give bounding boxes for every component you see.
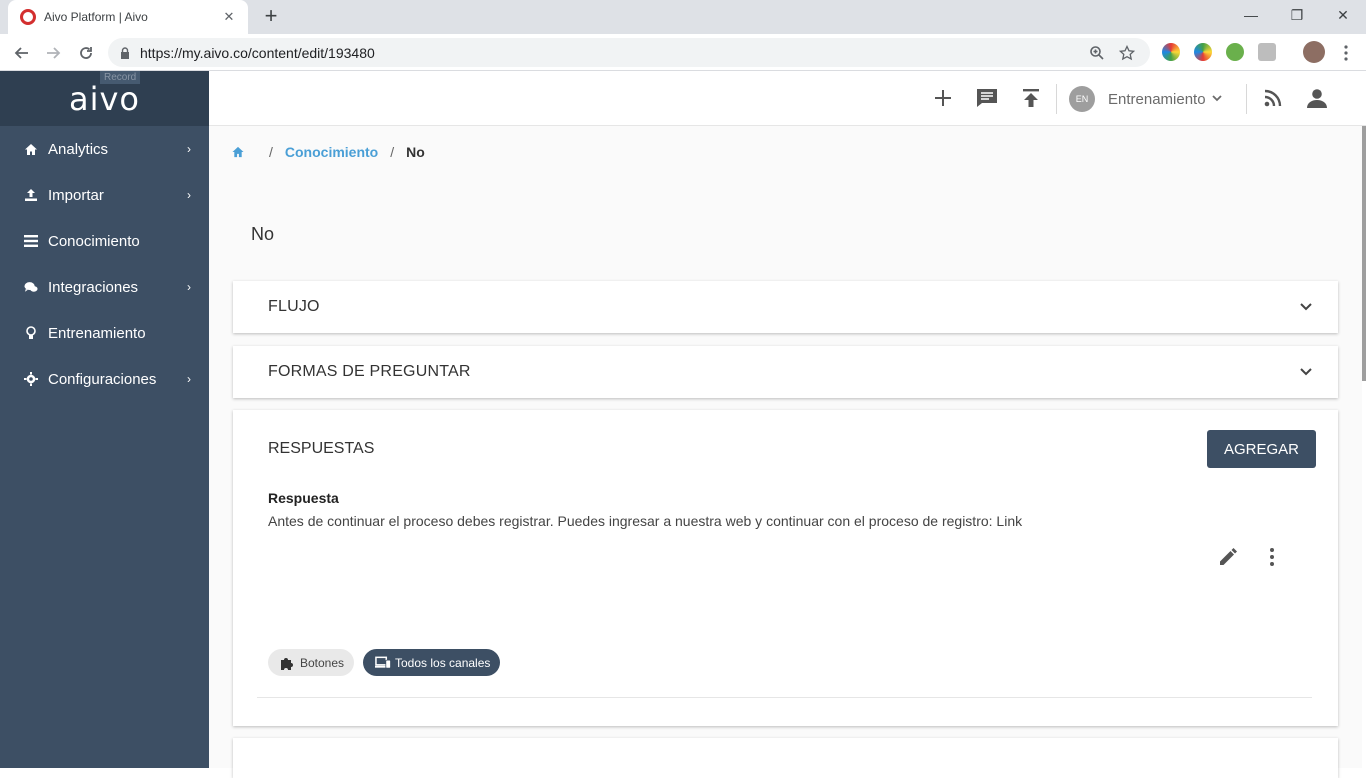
publish-icon[interactable] xyxy=(1018,85,1044,111)
message-icon[interactable] xyxy=(974,85,1000,111)
gear-icon xyxy=(24,372,38,386)
tab-title: Aivo Platform | Aivo xyxy=(44,10,148,24)
chip-label: Botones xyxy=(300,655,345,670)
breadcrumb: / Conocimiento / No xyxy=(231,144,425,160)
url-text: https://my.aivo.co/content/edit/193480 xyxy=(140,44,375,61)
flow-section: FLUJO xyxy=(233,281,1338,333)
questions-section-header[interactable]: FORMAS DE PREGUNTAR xyxy=(233,346,1338,398)
main-content: / Conocimiento / No No FLUJO FORMAS DE P… xyxy=(209,126,1362,778)
sidebar-item-label: Entrenamiento xyxy=(48,324,146,342)
close-tab-icon[interactable]: ✕ xyxy=(220,9,238,25)
sidebar-item-label: Importar xyxy=(48,186,104,204)
rss-icon[interactable] xyxy=(1260,85,1286,111)
section-title: FLUJO xyxy=(268,298,320,315)
puzzle-icon xyxy=(280,656,296,670)
extension-drive-icon[interactable] xyxy=(1258,43,1276,61)
flow-section-header[interactable]: FLUJO xyxy=(233,281,1338,333)
app-header: EN Entrenamiento xyxy=(209,71,1366,126)
maximize-button[interactable]: ❐ xyxy=(1274,0,1320,30)
sidebar: Record aivo Analytics › Importar › Conoc… xyxy=(0,71,209,768)
record-label: Record xyxy=(100,71,141,84)
add-answer-button[interactable]: AGREGAR xyxy=(1206,430,1316,468)
window-controls: — ❐ ✕ xyxy=(1228,0,1366,30)
browser-toolbar: https://my.aivo.co/content/edit/193480 xyxy=(0,34,1366,71)
reload-icon xyxy=(80,47,92,59)
home-icon[interactable] xyxy=(231,146,245,158)
chip-botones[interactable]: Botones xyxy=(268,649,355,676)
profile-avatar[interactable] xyxy=(1303,41,1325,63)
kebab-menu-icon xyxy=(1344,45,1348,61)
back-button[interactable] xyxy=(9,40,35,66)
bookmark-star-icon[interactable] xyxy=(1116,42,1138,64)
answer-text: Antes de continuar el proceso debes regi… xyxy=(268,513,1023,529)
lock-icon xyxy=(121,46,129,59)
chevron-right-icon: › xyxy=(187,188,191,202)
arrow-right-icon xyxy=(47,47,61,59)
language-badge[interactable]: EN xyxy=(1069,86,1095,112)
answers-section: RESPUESTAS AGREGAR Respuesta Antes de co… xyxy=(233,410,1338,726)
add-icon[interactable] xyxy=(930,85,956,111)
devices-icon xyxy=(375,656,391,670)
chevron-down-icon xyxy=(1211,93,1222,105)
extension-color2-icon[interactable] xyxy=(1194,43,1212,61)
new-tab-button[interactable]: + xyxy=(258,4,284,30)
breadcrumb-current: No xyxy=(406,144,425,160)
sidebar-item-label: Configuraciones xyxy=(48,370,157,388)
chat-icon xyxy=(24,280,38,294)
chevron-right-icon: › xyxy=(187,372,191,386)
chevron-down-icon xyxy=(1298,364,1314,380)
edit-pencil-icon[interactable] xyxy=(1216,545,1240,569)
sidebar-item-label: Analytics xyxy=(48,140,109,158)
header-divider xyxy=(1056,84,1057,114)
sidebar-item-configuraciones[interactable]: Configuraciones › xyxy=(0,356,209,402)
forward-button[interactable] xyxy=(40,40,66,66)
chevron-right-icon: › xyxy=(187,280,191,294)
sidebar-item-importar[interactable]: Importar › xyxy=(0,172,209,218)
reload-button[interactable] xyxy=(73,40,99,66)
sidebar-menu: Analytics › Importar › Conocimiento Inte… xyxy=(0,126,209,402)
chevron-down-icon xyxy=(1298,299,1314,315)
questions-section: FORMAS DE PREGUNTAR xyxy=(233,346,1338,398)
sidebar-item-integraciones[interactable]: Integraciones › xyxy=(0,264,209,310)
section-title: FORMAS DE PREGUNTAR xyxy=(268,363,471,380)
brand-header: Record aivo xyxy=(0,71,209,126)
chip-todos-los-canales[interactable]: Todos los canales xyxy=(363,649,501,676)
sidebar-item-conocimiento[interactable]: Conocimiento xyxy=(0,218,209,264)
upload-icon xyxy=(24,188,38,202)
answer-title: Respuesta xyxy=(268,490,339,506)
sidebar-item-entrenamiento[interactable]: Entrenamiento xyxy=(0,310,209,356)
browser-tab[interactable]: Aivo Platform | Aivo ✕ xyxy=(8,0,248,34)
arrow-left-icon xyxy=(14,47,28,59)
zoom-icon[interactable] xyxy=(1086,42,1108,64)
breadcrumb-separator: / xyxy=(269,144,273,160)
browser-tabbar: Aivo Platform | Aivo ✕ + — ❐ ✕ xyxy=(0,0,1366,34)
lightbulb-icon xyxy=(24,326,38,340)
address-bar[interactable]: https://my.aivo.co/content/edit/193480 xyxy=(108,38,1150,67)
sidebar-item-label: Conocimiento xyxy=(48,232,140,250)
environment-label: Entrenamiento xyxy=(1108,90,1206,108)
list-icon xyxy=(24,234,38,248)
next-section xyxy=(233,738,1338,778)
page-title: No xyxy=(251,224,275,244)
chevron-right-icon: › xyxy=(187,142,191,156)
close-window-button[interactable]: ✕ xyxy=(1320,0,1366,30)
aivo-logo[interactable]: aivo xyxy=(69,80,140,118)
breadcrumb-link-conocimiento[interactable]: Conocimiento xyxy=(285,144,378,160)
breadcrumb-separator: / xyxy=(390,144,395,160)
minimize-button[interactable]: — xyxy=(1228,0,1274,30)
extension-color-icon[interactable] xyxy=(1162,43,1180,61)
home-icon xyxy=(24,142,38,156)
environment-select[interactable]: Entrenamiento xyxy=(1108,87,1222,111)
user-icon[interactable] xyxy=(1304,85,1330,111)
section-title: RESPUESTAS xyxy=(268,440,375,457)
answer-divider xyxy=(257,697,1312,698)
extension-chat-icon[interactable] xyxy=(1226,43,1244,61)
header-divider xyxy=(1246,84,1247,114)
chip-label: Todos los canales xyxy=(395,655,491,670)
sidebar-item-label: Integraciones xyxy=(48,278,139,296)
opera-favicon-icon xyxy=(20,9,36,25)
browser-menu-button[interactable] xyxy=(1333,40,1359,66)
sidebar-item-analytics[interactable]: Analytics › xyxy=(0,126,209,172)
more-vertical-icon[interactable] xyxy=(1260,545,1284,569)
